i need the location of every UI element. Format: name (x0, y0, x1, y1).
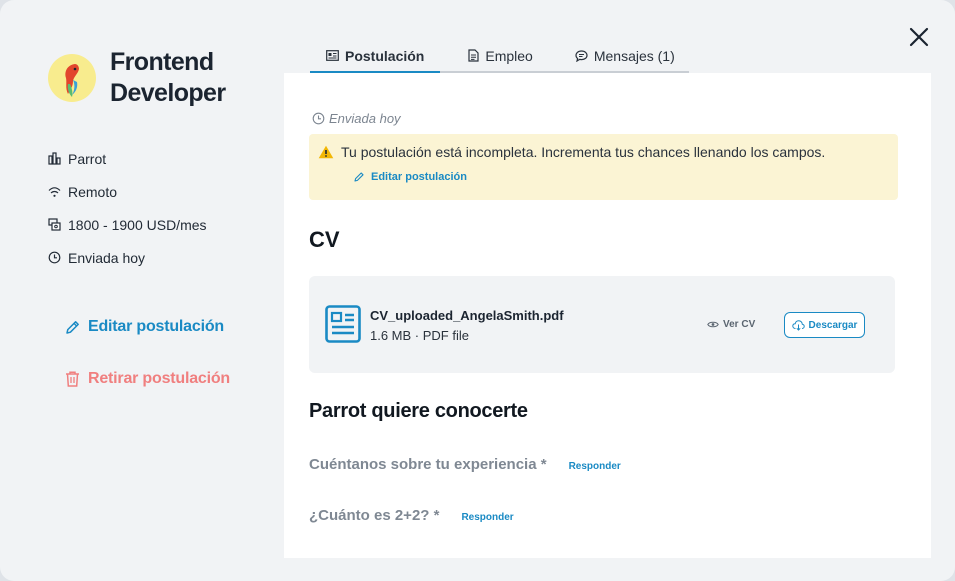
meta-salary: 1800 - 1900 USD/mes (47, 208, 207, 241)
alert-text: Tu postulación está incompleta. Incremen… (341, 144, 826, 160)
job-meta-list: Parrot Remoto 1800 - 1900 USD/mes Enviad… (47, 142, 207, 274)
warning-icon (318, 145, 334, 159)
parrot-logo-icon (65, 64, 79, 97)
answer-question-link[interactable]: Responder (569, 461, 621, 472)
tab-job-label: Empleo (485, 47, 533, 64)
company-logo (48, 54, 96, 102)
close-button[interactable] (906, 24, 932, 50)
file-icon (325, 305, 361, 343)
download-cv-button[interactable]: Descargar (784, 312, 865, 338)
trash-icon (64, 370, 82, 388)
cv-heading: CV (309, 227, 340, 252)
question-item: Cuéntanos sobre tu experiencia * Respond… (309, 456, 621, 473)
view-cv-label: Ver CV (723, 319, 756, 330)
sidebar-withdraw-label: Retirar postulación (88, 370, 231, 387)
status-text: Enviada hoy (68, 249, 146, 266)
location-text: Remoto (68, 183, 118, 200)
questions-heading: Parrot quiere conocerte (309, 400, 528, 422)
answer-question-link[interactable]: Responder (461, 512, 513, 523)
view-cv-link[interactable]: Ver CV (707, 319, 755, 330)
meta-company: Parrot (47, 142, 207, 175)
download-label: Descargar (808, 319, 858, 331)
cv-file-name: CV_uploaded_AngelaSmith.pdf (370, 308, 564, 323)
id-card-icon (326, 50, 339, 61)
application-modal: Frontend Developer Parrot Remoto 1800 - … (0, 0, 955, 581)
sent-status-text: Enviada hoy (329, 111, 401, 126)
cv-file-card: CV_uploaded_AngelaSmith.pdf 1.6 MB · PDF… (309, 276, 895, 373)
alert-message: Tu postulación está incompleta. Incremen… (318, 144, 825, 160)
company-name: Parrot (68, 150, 107, 167)
money-icon (47, 218, 61, 232)
chat-icon (575, 49, 588, 62)
incomplete-alert: Tu postulación está incompleta. Incremen… (309, 134, 898, 200)
meta-status: Enviada hoy (47, 241, 207, 274)
clock-icon (47, 251, 61, 265)
sidebar-edit-label: Editar postulación (88, 318, 224, 335)
job-title: Frontend Developer (110, 48, 226, 107)
building-icon (47, 152, 61, 166)
salary-text: 1800 - 1900 USD/mes (68, 216, 207, 233)
cloud-download-icon (791, 319, 805, 331)
tab-application[interactable]: Postulación (310, 40, 441, 73)
pencil-icon (64, 318, 82, 336)
meta-location: Remoto (47, 175, 207, 208)
tab-bar: Postulación Empleo Mensajes (1) (310, 40, 689, 73)
tab-application-label: Postulación (345, 47, 425, 64)
clock-icon (312, 112, 325, 125)
tab-job[interactable]: Empleo (440, 40, 561, 73)
document-icon (468, 49, 479, 62)
sent-status: Enviada hoy (312, 111, 401, 126)
alert-edit-application-link[interactable]: Editar postulación (353, 171, 467, 183)
application-content: Enviada hoy Tu postulación está incomple… (284, 73, 931, 558)
tab-messages-label: Mensajes (1) (593, 47, 675, 64)
tab-messages[interactable]: Mensajes (1) (560, 40, 689, 73)
question-item: ¿Cuánto es 2+2? * Responder (309, 507, 514, 524)
question-text: Cuéntanos sobre tu experiencia * (309, 456, 547, 473)
alert-link-label: Editar postulación (371, 171, 467, 183)
sidebar-edit-application-button[interactable]: Editar postulación (64, 318, 224, 336)
pencil-icon (353, 171, 365, 183)
question-text: ¿Cuánto es 2+2? * (309, 507, 440, 524)
close-icon (909, 27, 929, 47)
eye-icon (707, 320, 719, 329)
cv-file-meta: 1.6 MB · PDF file (370, 328, 469, 343)
wifi-icon (47, 185, 61, 199)
sidebar-withdraw-application-button[interactable]: Retirar postulación (64, 370, 230, 388)
